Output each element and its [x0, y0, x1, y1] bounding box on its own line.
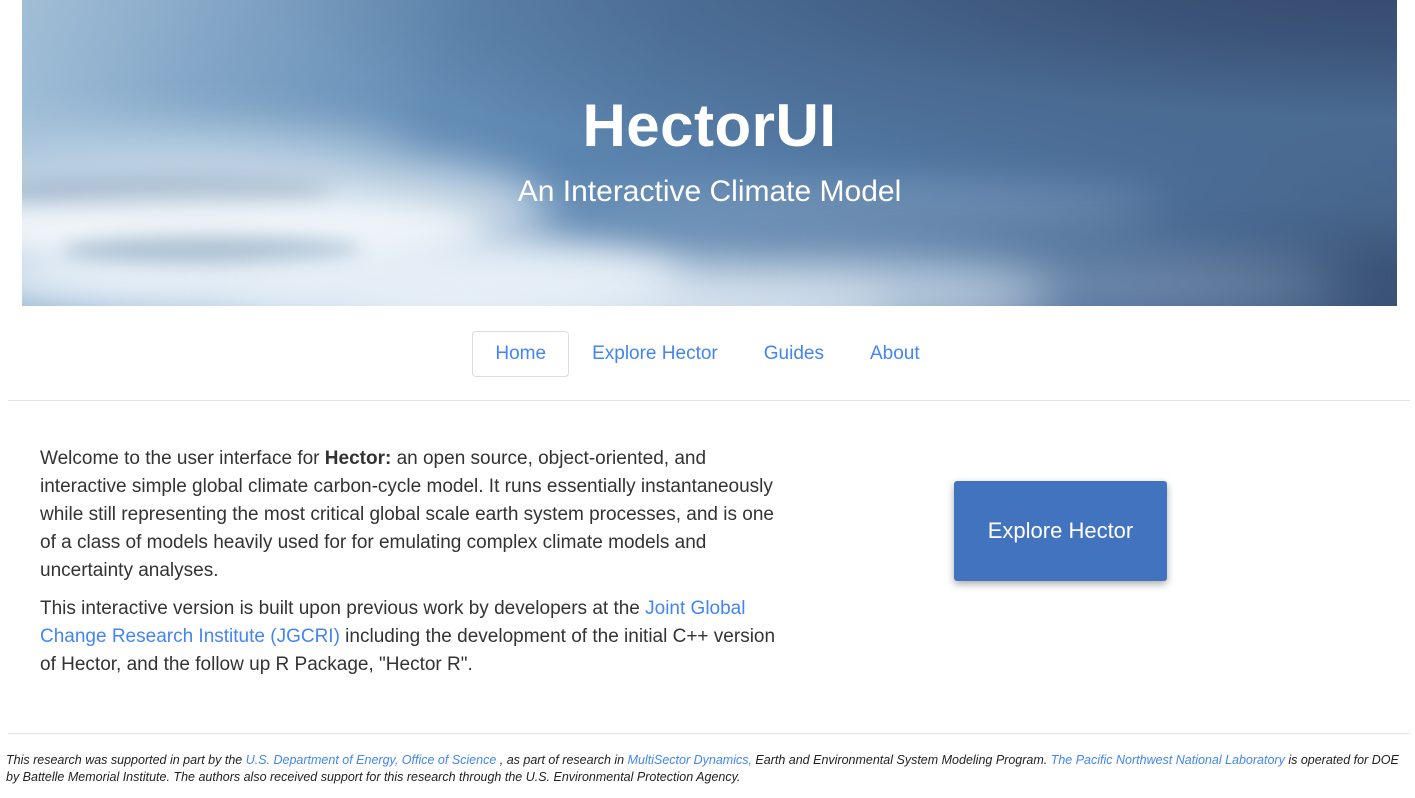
cta-column: Explore Hector — [830, 401, 1415, 733]
hero-banner: HectorUI An Interactive Climate Model — [22, 0, 1397, 306]
nav-tab-explore-hector[interactable]: Explore Hector — [569, 331, 741, 377]
explore-hector-button[interactable]: Explore Hector — [954, 481, 1167, 581]
cloud-band — [232, 252, 1052, 306]
main-content: Welcome to the user interface for Hector… — [0, 401, 1415, 733]
page-footer: This research was supported in part by t… — [0, 752, 1415, 786]
intro-lead-text: Welcome to the user interface for — [40, 448, 325, 469]
page-subtitle: An Interactive Climate Model — [517, 175, 902, 208]
main-navigation: Home Explore Hector Guides About — [0, 306, 1415, 401]
cloud-band — [782, 250, 1342, 306]
credit-before-text: This interactive version is built upon p… — [40, 598, 646, 619]
footer-text-2: , as part of research in — [496, 753, 628, 767]
pnnl-link[interactable]: The Pacific Northwest National Laborator… — [1051, 753, 1285, 767]
nav-list-item: About — [847, 331, 943, 377]
credit-paragraph: This interactive version is built upon p… — [40, 595, 790, 679]
intro-paragraph: Welcome to the user interface for Hector… — [40, 445, 790, 585]
nav-list: Home Explore Hector Guides About — [472, 330, 943, 377]
banner-text-block: HectorUI An Interactive Climate Model — [22, 92, 1397, 210]
intro-text-column: Welcome to the user interface for Hector… — [0, 401, 830, 733]
nav-tab-guides[interactable]: Guides — [741, 331, 847, 377]
funding-statement: This research was supported in part by t… — [6, 752, 1409, 786]
nav-list-item: Explore Hector — [569, 331, 741, 377]
nav-list-item: Home — [472, 330, 570, 377]
footer-text-3: Earth and Environmental System Modeling … — [751, 753, 1051, 767]
footer-top-divider — [8, 733, 1410, 734]
multisector-dynamics-link[interactable]: MultiSector Dynamics, — [628, 753, 752, 767]
cloud-band — [352, 280, 892, 306]
nav-list-item: Guides — [741, 331, 847, 377]
nav-tab-home[interactable]: Home — [472, 330, 570, 377]
page-title: HectorUI — [582, 92, 837, 159]
cloud-band — [22, 232, 682, 306]
cloud-shadow — [62, 236, 362, 264]
nav-tab-about[interactable]: About — [847, 331, 943, 377]
footer-text-1: This research was supported in part by t… — [6, 753, 246, 767]
doe-office-of-science-link[interactable]: U.S. Department of Energy, Office of Sci… — [246, 753, 497, 767]
hector-bold-label: Hector: — [324, 448, 392, 469]
